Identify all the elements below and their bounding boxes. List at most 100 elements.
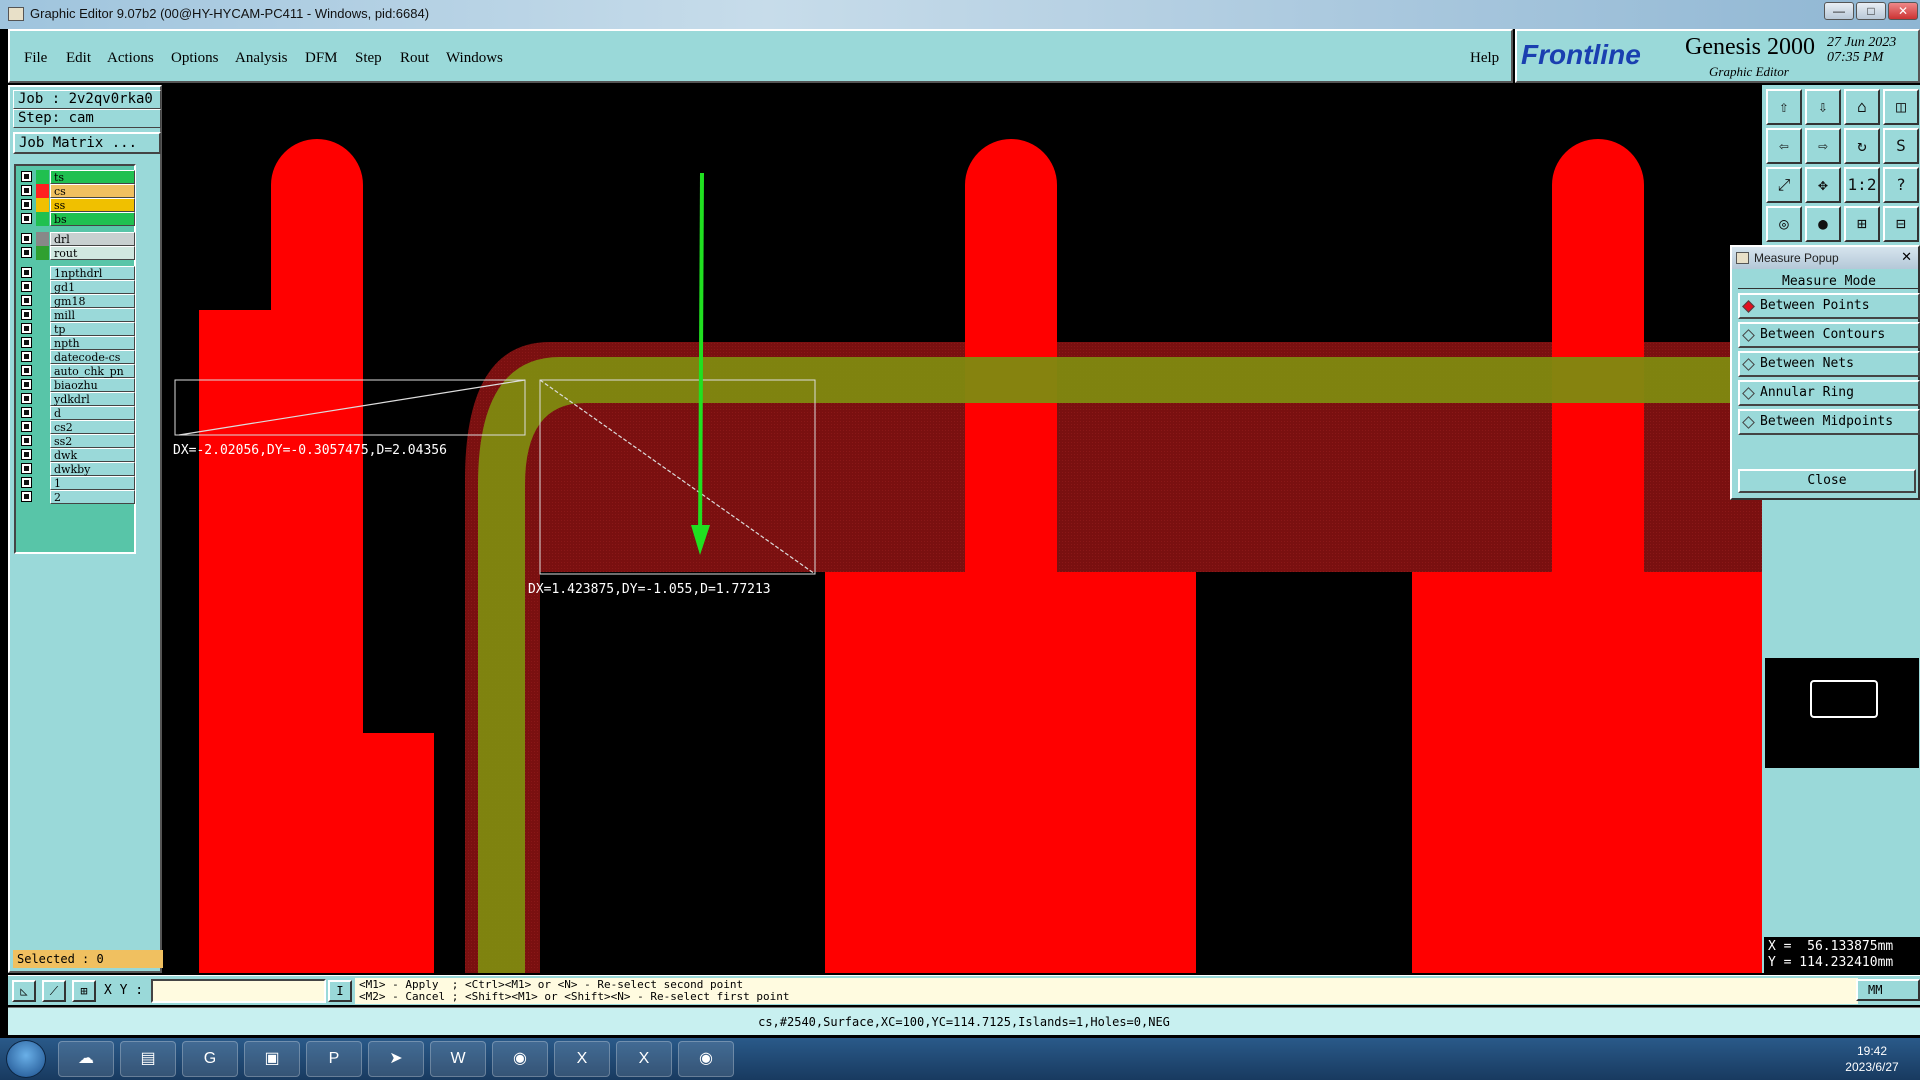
layer-name[interactable]: dwk <box>50 448 135 462</box>
taskbar-app-icon[interactable]: W <box>430 1041 486 1077</box>
layer-checkbox[interactable] <box>21 281 32 292</box>
mode-annular-ring[interactable]: Annular Ring <box>1738 380 1920 406</box>
net-icon[interactable]: ⊞ <box>1844 206 1880 242</box>
layer-checkbox[interactable] <box>21 351 32 362</box>
minimize-button[interactable]: — <box>1824 2 1854 20</box>
taskbar-app-icon[interactable]: ☁ <box>58 1041 114 1077</box>
fit-icon[interactable]: ⤢ <box>1766 167 1802 203</box>
layer-name[interactable]: biaozhu <box>50 378 135 392</box>
layer-checkbox[interactable] <box>21 379 32 390</box>
layer-checkbox[interactable] <box>21 233 32 244</box>
layer-row[interactable]: tp <box>19 322 135 336</box>
menu-actions[interactable]: Actions <box>107 50 154 67</box>
taskbar-app-icon[interactable]: X <box>554 1041 610 1077</box>
taskbar-app-icon[interactable]: ◉ <box>492 1041 548 1077</box>
taskbar-app-icon[interactable]: G <box>182 1041 238 1077</box>
menu-step[interactable]: Step <box>355 50 382 67</box>
layer-row[interactable]: ss2 <box>19 434 135 448</box>
panel-icon[interactable]: ◫ <box>1883 89 1919 125</box>
layer-row[interactable]: cs2 <box>19 420 135 434</box>
clock[interactable]: 19:42 2023/6/27 <box>1832 1043 1912 1075</box>
layer-row[interactable]: gd1 <box>19 280 135 294</box>
layer-checkbox[interactable] <box>21 365 32 376</box>
layer-row[interactable]: cs <box>19 184 135 198</box>
layer-checkbox[interactable] <box>21 213 32 224</box>
snap-icon[interactable]: ◺ <box>12 980 36 1002</box>
close-button[interactable]: ✕ <box>1888 2 1918 20</box>
layer-checkbox[interactable] <box>21 199 32 210</box>
home-icon[interactable]: ⌂ <box>1844 89 1880 125</box>
layer-checkbox[interactable] <box>21 407 32 418</box>
layer-row[interactable]: bs <box>19 212 135 226</box>
layer-row[interactable]: ss <box>19 198 135 212</box>
layer-checkbox[interactable] <box>21 393 32 404</box>
units-button[interactable]: MM <box>1856 979 1920 1001</box>
layer-name[interactable]: 2 <box>50 490 135 504</box>
layer-name[interactable]: ss2 <box>50 434 135 448</box>
taskbar-app-icon[interactable]: ◉ <box>678 1041 734 1077</box>
mode-between-nets[interactable]: Between Nets <box>1738 351 1920 377</box>
layer-checkbox[interactable] <box>21 309 32 320</box>
layer-name[interactable]: ts <box>50 170 135 184</box>
popup-close-icon[interactable]: ✕ <box>1901 249 1912 265</box>
layer-name[interactable]: datecode-cs <box>50 350 135 364</box>
taskbar-app-icon[interactable]: ▤ <box>120 1041 176 1077</box>
layer-name[interactable]: d <box>50 406 135 420</box>
layer-row[interactable]: ts <box>19 170 135 184</box>
layer-checkbox[interactable] <box>21 323 32 334</box>
layer-checkbox[interactable] <box>21 477 32 488</box>
layer-row[interactable]: ydkdrl <box>19 392 135 406</box>
layer-name[interactable]: ydkdrl <box>50 392 135 406</box>
layer-name[interactable]: cs <box>50 184 135 198</box>
menu-edit[interactable]: Edit <box>66 50 91 67</box>
menu-rout[interactable]: Rout <box>400 50 429 67</box>
layer-name[interactable]: gd1 <box>50 280 135 294</box>
maximize-button[interactable]: □ <box>1856 2 1886 20</box>
layer-checkbox[interactable] <box>21 435 32 446</box>
layer-name[interactable]: dwkby <box>50 462 135 476</box>
layer-name[interactable]: ss <box>50 198 135 212</box>
mode-between-points[interactable]: Between Points <box>1738 293 1920 319</box>
right-icon[interactable]: ⇨ <box>1805 128 1841 164</box>
layer-name[interactable]: 1npthdrl <box>50 266 135 280</box>
layer-name[interactable]: npth <box>50 336 135 350</box>
layer-checkbox[interactable] <box>21 185 32 196</box>
layer-row[interactable]: gm18 <box>19 294 135 308</box>
layer-row[interactable]: npth <box>19 336 135 350</box>
layer-row[interactable]: datecode-cs <box>19 350 135 364</box>
layer-name[interactable]: drl <box>50 232 135 246</box>
menu-options[interactable]: Options <box>171 50 219 67</box>
ratio-icon[interactable]: 1:2 <box>1844 167 1880 203</box>
layer-name[interactable]: bs <box>50 212 135 226</box>
layer-name[interactable]: mill <box>50 308 135 322</box>
menu-file[interactable]: File <box>24 50 47 67</box>
layer-row[interactable]: biaozhu <box>19 378 135 392</box>
layer-checkbox[interactable] <box>21 171 32 182</box>
zoom-icon[interactable]: ✥ <box>1805 167 1841 203</box>
layer-row[interactable]: 2 <box>19 490 135 504</box>
left-icon[interactable]: ⇦ <box>1766 128 1802 164</box>
mode-between-midpoints[interactable]: Between Midpoints <box>1738 409 1920 435</box>
help-icon[interactable]: ? <box>1883 167 1919 203</box>
layer-checkbox[interactable] <box>21 295 32 306</box>
menu-windows[interactable]: Windows <box>446 50 503 67</box>
layer-row[interactable]: d <box>19 406 135 420</box>
job-matrix-button[interactable]: Job Matrix ... <box>13 132 161 154</box>
minimap[interactable] <box>1765 658 1919 768</box>
layer-row[interactable]: mill <box>19 308 135 322</box>
taskbar-app-icon[interactable]: P <box>306 1041 362 1077</box>
layer-checkbox[interactable] <box>21 491 32 502</box>
layer-name[interactable]: rout <box>50 246 135 260</box>
menu-help[interactable]: Help <box>1470 50 1499 67</box>
xy-input[interactable] <box>151 979 326 1003</box>
pin-icon[interactable]: ● <box>1805 206 1841 242</box>
step-icon[interactable]: S <box>1883 128 1919 164</box>
up-icon[interactable]: ⇧ <box>1766 89 1802 125</box>
measure-icon[interactable]: ⟋ <box>42 980 66 1002</box>
graphic-canvas[interactable]: DX=-2.02056,DY=-0.3057475,D=2.04356 DX=1… <box>165 85 1762 973</box>
menu-dfm[interactable]: DFM <box>305 50 338 67</box>
menu-analysis[interactable]: Analysis <box>235 50 288 67</box>
cursor-icon[interactable]: I <box>328 980 352 1002</box>
layer-name[interactable]: 1 <box>50 476 135 490</box>
taskbar-app-icon[interactable]: X <box>616 1041 672 1077</box>
